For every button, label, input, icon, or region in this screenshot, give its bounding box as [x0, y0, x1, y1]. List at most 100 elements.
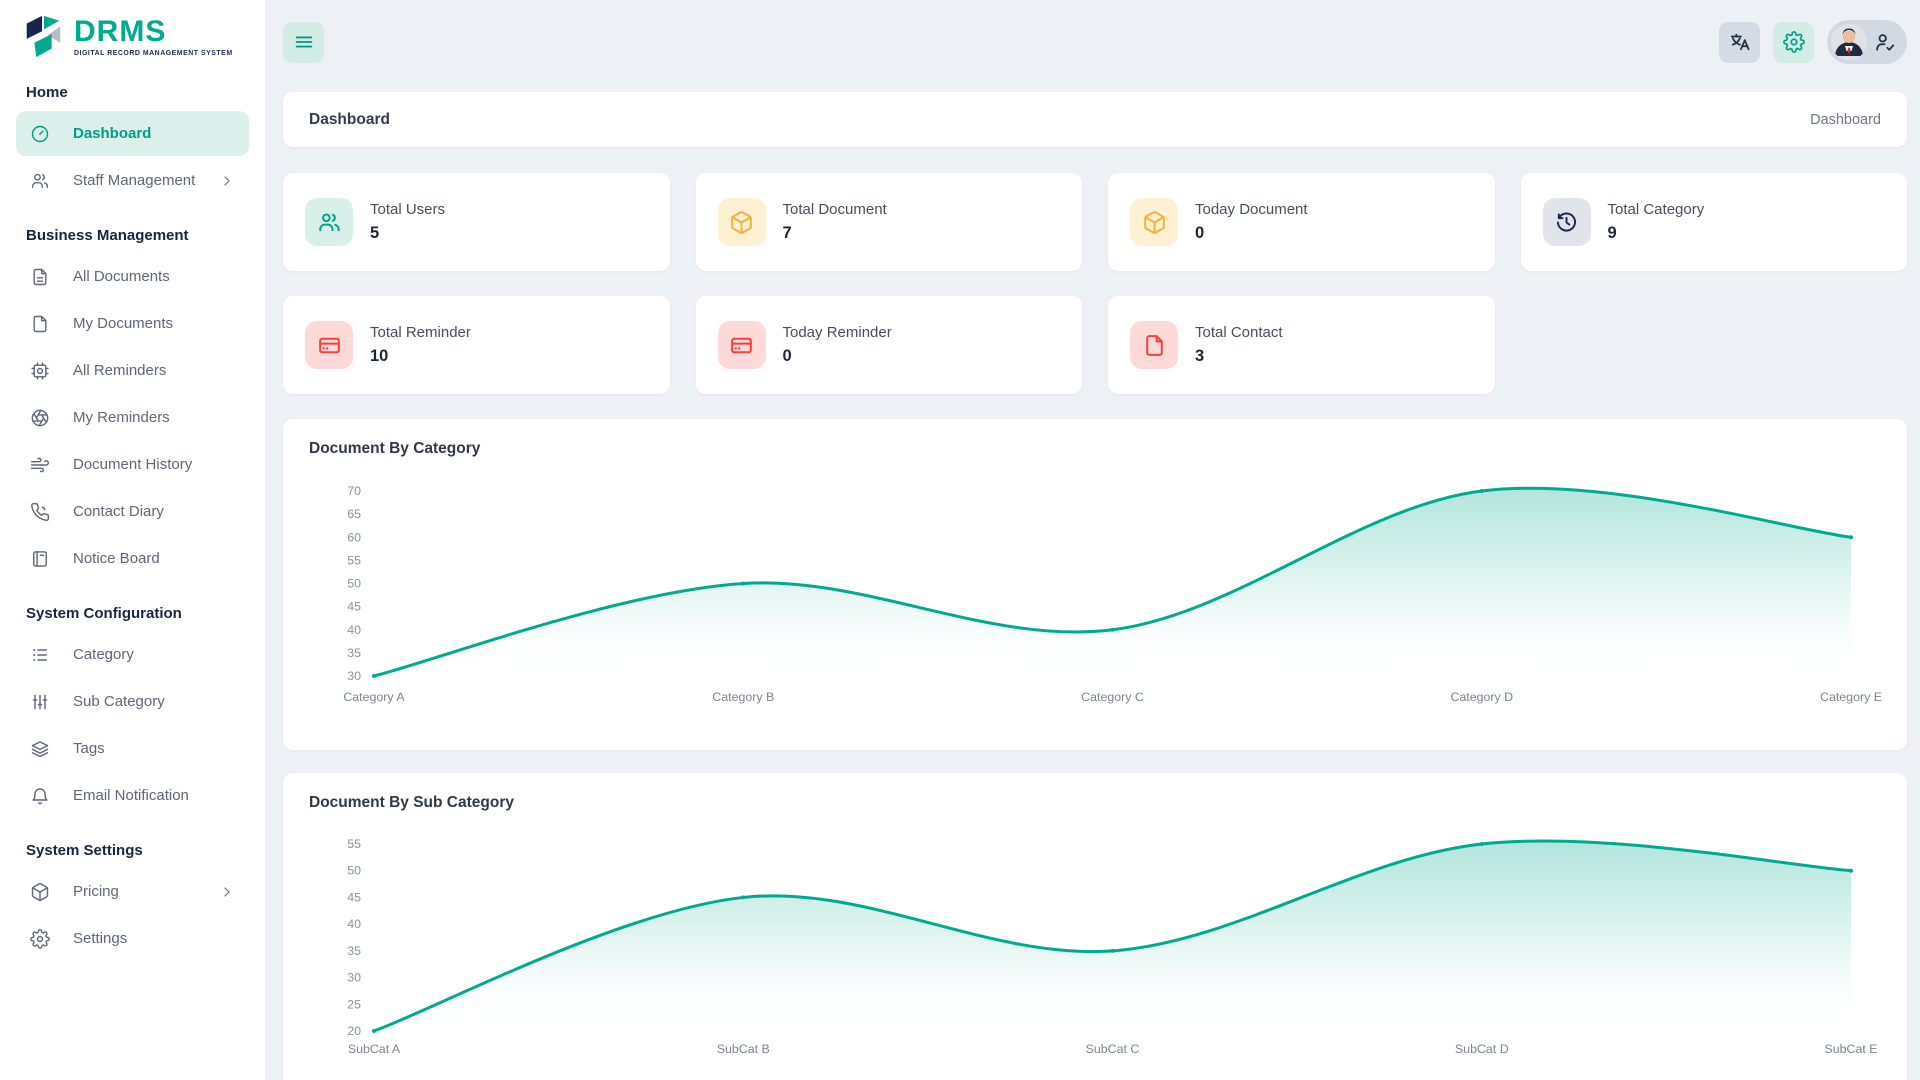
- x-axis-category-label: Category C: [1081, 690, 1144, 704]
- stat-card-today-reminder: Today Reminder 0: [696, 296, 1083, 394]
- page-title: Dashboard: [309, 111, 390, 129]
- avatar: [1831, 24, 1867, 60]
- layers-icon: [30, 739, 50, 759]
- stat-label: Total Contact: [1195, 324, 1283, 341]
- chart-title: Document By Category: [309, 440, 1881, 458]
- menu-toggle-button[interactable]: [283, 22, 324, 63]
- chart-marker: [372, 1029, 376, 1033]
- translate-button[interactable]: [1719, 22, 1760, 63]
- chevron-right-icon: [219, 884, 235, 900]
- app-logo: DRMS DIGITAL RECORD MANAGEMENT SYSTEM: [16, 12, 249, 70]
- y-axis-tick-label: 70: [347, 484, 361, 498]
- y-axis-tick-label: 30: [347, 971, 361, 985]
- chart-marker: [1111, 628, 1115, 632]
- sidebar-item-label: All Reminders: [73, 362, 166, 379]
- sidebar-item-my-reminders[interactable]: My Reminders: [16, 395, 249, 440]
- person-check-icon: [1874, 31, 1896, 53]
- sidebar-item-email-notification[interactable]: Email Notification: [16, 773, 249, 818]
- sidebar-item-document-history[interactable]: Document History: [16, 442, 249, 487]
- sidebar-item-label: All Documents: [73, 268, 170, 285]
- x-axis-category-label: SubCat A: [348, 1042, 401, 1056]
- y-axis-tick-label: 45: [347, 600, 361, 614]
- x-axis-category-label: SubCat C: [1086, 1042, 1140, 1056]
- sidebar-item-pricing[interactable]: Pricing: [16, 869, 249, 914]
- sidebar-nav: HomeDashboardStaff ManagementBusiness Ma…: [16, 84, 249, 961]
- file-icon: [1142, 333, 1167, 358]
- stat-card-total-contact: Total Contact 3: [1108, 296, 1495, 394]
- sidebar-item-contact-diary[interactable]: Contact Diary: [16, 489, 249, 534]
- x-axis-category-label: Category D: [1450, 690, 1513, 704]
- sidebar-item-label: Tags: [73, 740, 105, 757]
- stat-text: Total Category 9: [1608, 201, 1705, 243]
- sidebar-item-category[interactable]: Category: [16, 632, 249, 677]
- sidebar-item-staff-management[interactable]: Staff Management: [16, 158, 249, 203]
- notebook-icon: [30, 549, 50, 569]
- hamburger-icon: [293, 31, 315, 53]
- sidebar-item-label: Sub Category: [73, 693, 165, 710]
- chart-marker: [741, 582, 745, 586]
- y-axis-tick-label: 30: [347, 669, 361, 683]
- chart-area-fill: [374, 488, 1851, 676]
- stat-text: Today Document 0: [1195, 201, 1308, 243]
- profile-button[interactable]: [1827, 20, 1907, 64]
- sidebar-item-my-documents[interactable]: My Documents: [16, 301, 249, 346]
- page-header: Dashboard Dashboard: [283, 92, 1907, 147]
- chart-marker: [1111, 949, 1115, 953]
- credit-card-icon: [317, 333, 342, 358]
- stat-value: 5: [370, 224, 445, 243]
- stat-value: 9: [1608, 224, 1705, 243]
- stat-text: Total Document 7: [783, 201, 887, 243]
- y-axis-tick-label: 40: [347, 917, 361, 931]
- app-name: DRMS: [74, 17, 233, 47]
- stat-text: Total Users 5: [370, 201, 445, 243]
- sidebar-item-label: Settings: [73, 930, 127, 947]
- sidebar-item-label: Email Notification: [73, 787, 189, 804]
- breadcrumb[interactable]: Dashboard: [1810, 112, 1881, 128]
- y-axis-tick-label: 50: [347, 864, 361, 878]
- sidebar-item-label: My Reminders: [73, 409, 170, 426]
- x-axis-category-label: SubCat B: [717, 1042, 770, 1056]
- users-icon: [317, 210, 342, 235]
- sidebar-item-tags[interactable]: Tags: [16, 726, 249, 771]
- sidebar-item-label: Staff Management: [73, 172, 195, 189]
- stats-row-1: Total Users 5 Total Document 7 Today Doc…: [283, 173, 1907, 271]
- stat-text: Total Reminder 10: [370, 324, 471, 366]
- settings-button[interactable]: [1773, 22, 1814, 63]
- sidebar-item-all-documents[interactable]: All Documents: [16, 254, 249, 299]
- gear-icon: [30, 929, 50, 949]
- stat-label: Today Document: [1195, 201, 1308, 218]
- sliders-icon: [30, 692, 50, 712]
- sidebar-item-dashboard[interactable]: Dashboard: [16, 111, 249, 156]
- x-axis-category-label: Category A: [343, 690, 405, 704]
- users-icon: [30, 171, 50, 191]
- y-axis-tick-label: 65: [347, 507, 361, 521]
- wind-icon: [30, 455, 50, 475]
- y-axis-tick-label: 40: [347, 623, 361, 637]
- stat-label: Total Document: [783, 201, 887, 218]
- chevron-right-icon: [219, 173, 235, 189]
- x-axis-category-label: SubCat E: [1824, 1042, 1877, 1056]
- sidebar-item-notice-board[interactable]: Notice Board: [16, 536, 249, 581]
- y-axis-tick-label: 20: [347, 1024, 361, 1038]
- x-axis-category-label: Category E: [1820, 690, 1882, 704]
- stat-tile: [305, 198, 353, 246]
- gauge-icon: [30, 124, 50, 144]
- stat-tile: [1130, 321, 1178, 369]
- cpu-icon: [30, 361, 50, 381]
- y-axis-tick-label: 50: [347, 577, 361, 591]
- sidebar-item-all-reminders[interactable]: All Reminders: [16, 348, 249, 393]
- phone-icon: [30, 502, 50, 522]
- gear-icon: [1783, 31, 1805, 53]
- sidebar-item-settings[interactable]: Settings: [16, 916, 249, 961]
- area-chart-document-by-category: 706560555045403530Category ACategory BCa…: [309, 468, 1881, 738]
- chart-marker: [1849, 535, 1853, 539]
- nav-section-header-home: Home: [26, 84, 239, 101]
- sidebar-item-sub-category[interactable]: Sub Category: [16, 679, 249, 724]
- stat-label: Today Reminder: [783, 324, 892, 341]
- sidebar-item-label: Document History: [73, 456, 192, 473]
- nav-section-header-system-configuration: System Configuration: [26, 605, 239, 622]
- stat-text: Today Reminder 0: [783, 324, 892, 366]
- stat-value: 7: [783, 224, 887, 243]
- stat-value: 0: [783, 347, 892, 366]
- stat-value: 0: [1195, 224, 1308, 243]
